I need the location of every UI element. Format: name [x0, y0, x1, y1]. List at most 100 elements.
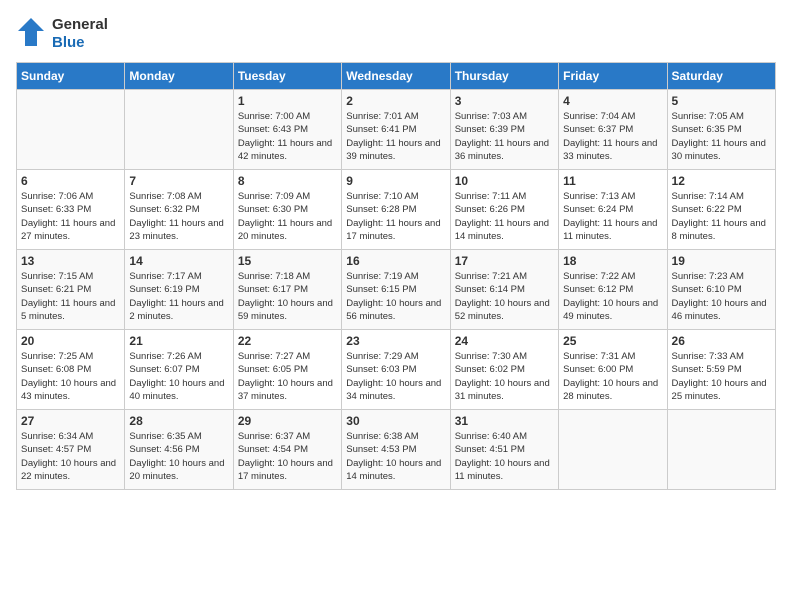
col-header-thursday: Thursday	[450, 63, 558, 90]
calendar-cell: 8Sunrise: 7:09 AMSunset: 6:30 PMDaylight…	[233, 170, 341, 250]
cell-info: Sunrise: 7:05 AMSunset: 6:35 PMDaylight:…	[672, 110, 771, 163]
logo-general-text: General	[52, 16, 108, 34]
calendar-cell: 31 Sunrise: 6:40 AMSunset: 4:51 PMDayligh…	[450, 410, 558, 490]
week-row-5: 27Sunrise: 6:34 AMSunset: 4:57 PMDayligh…	[17, 410, 776, 490]
calendar-cell: 30Sunrise: 6:38 AMSunset: 4:53 PMDayligh…	[342, 410, 450, 490]
cell-info: Sunrise: 7:30 AMSunset: 6:02 PMDaylight:…	[455, 350, 554, 403]
day-number: 12	[672, 174, 771, 188]
day-number: 21	[129, 334, 228, 348]
cell-info: Sunrise: 7:15 AMSunset: 6:21 PMDaylight:…	[21, 270, 120, 323]
calendar-cell: 3 Sunrise: 7:03 AMSunset: 6:39 PMDaylight…	[450, 90, 558, 170]
cell-info: Sunrise: 7:06 AMSunset: 6:33 PMDaylight:…	[21, 190, 120, 243]
calendar-cell: 14 Sunrise: 7:17 AMSunset: 6:19 PMDayligh…	[125, 250, 233, 330]
cell-info: Sunrise: 7:14 AMSunset: 6:22 PMDaylight:…	[672, 190, 771, 243]
logo-text: GeneralBlue	[52, 16, 108, 52]
cell-info: Sunrise: 7:19 AMSunset: 6:15 PMDaylight:…	[346, 270, 445, 323]
calendar-cell: 18 Sunrise: 7:22 AMSunset: 6:12 PMDayligh…	[559, 250, 667, 330]
calendar-cell	[559, 410, 667, 490]
cell-info: Sunrise: 7:31 AMSunset: 6:00 PMDaylight:…	[563, 350, 662, 403]
cell-info: Sunrise: 7:03 AMSunset: 6:39 PMDaylight:…	[455, 110, 554, 163]
col-header-saturday: Saturday	[667, 63, 775, 90]
calendar-cell: 4 Sunrise: 7:04 AMSunset: 6:37 PMDaylight…	[559, 90, 667, 170]
calendar-cell: 26 Sunrise: 7:33 AMSunset: 5:59 PMDayligh…	[667, 330, 775, 410]
week-row-3: 13 Sunrise: 7:15 AMSunset: 6:21 PMDayligh…	[17, 250, 776, 330]
cell-info: Sunrise: 7:01 AMSunset: 6:41 PMDaylight:…	[346, 110, 445, 163]
col-header-monday: Monday	[125, 63, 233, 90]
cell-info: Sunrise: 6:37 AMSunset: 4:54 PMDaylight:…	[238, 430, 337, 483]
day-number: 28	[129, 414, 228, 428]
cell-info: Sunrise: 7:17 AMSunset: 6:19 PMDaylight:…	[129, 270, 228, 323]
calendar-cell: 11 Sunrise: 7:13 AMSunset: 6:24 PMDayligh…	[559, 170, 667, 250]
calendar-cell: 5 Sunrise: 7:05 AMSunset: 6:35 PMDaylight…	[667, 90, 775, 170]
day-number: 13	[21, 254, 120, 268]
cell-info: Sunrise: 7:08 AMSunset: 6:32 PMDaylight:…	[129, 190, 228, 243]
col-header-tuesday: Tuesday	[233, 63, 341, 90]
day-number: 22	[238, 334, 337, 348]
cell-info: Sunrise: 7:11 AMSunset: 6:26 PMDaylight:…	[455, 190, 554, 243]
day-number: 26	[672, 334, 771, 348]
calendar-cell: 24 Sunrise: 7:30 AMSunset: 6:02 PMDayligh…	[450, 330, 558, 410]
day-number: 3	[455, 94, 554, 108]
cell-info: Sunrise: 7:23 AMSunset: 6:10 PMDaylight:…	[672, 270, 771, 323]
logo-blue-text: Blue	[52, 34, 108, 52]
calendar-cell: 20Sunrise: 7:25 AMSunset: 6:08 PMDayligh…	[17, 330, 125, 410]
cell-info: Sunrise: 7:13 AMSunset: 6:24 PMDaylight:…	[563, 190, 662, 243]
day-number: 23	[346, 334, 445, 348]
day-number: 11	[563, 174, 662, 188]
col-header-wednesday: Wednesday	[342, 63, 450, 90]
calendar-cell: 19Sunrise: 7:23 AMSunset: 6:10 PMDayligh…	[667, 250, 775, 330]
calendar-table: SundayMondayTuesdayWednesdayThursdayFrid…	[16, 62, 776, 490]
day-number: 17	[455, 254, 554, 268]
day-number: 4	[563, 94, 662, 108]
day-number: 30	[346, 414, 445, 428]
day-number: 2	[346, 94, 445, 108]
calendar-cell: 27Sunrise: 6:34 AMSunset: 4:57 PMDayligh…	[17, 410, 125, 490]
cell-info: Sunrise: 7:22 AMSunset: 6:12 PMDaylight:…	[563, 270, 662, 323]
calendar-cell: 13 Sunrise: 7:15 AMSunset: 6:21 PMDayligh…	[17, 250, 125, 330]
calendar-cell: 12 Sunrise: 7:14 AMSunset: 6:22 PMDayligh…	[667, 170, 775, 250]
day-number: 14	[129, 254, 228, 268]
day-number: 9	[346, 174, 445, 188]
calendar-cell: 16 Sunrise: 7:19 AMSunset: 6:15 PMDayligh…	[342, 250, 450, 330]
cell-info: Sunrise: 6:40 AMSunset: 4:51 PMDaylight:…	[455, 430, 554, 483]
cell-info: Sunrise: 7:25 AMSunset: 6:08 PMDaylight:…	[21, 350, 120, 403]
col-header-friday: Friday	[559, 63, 667, 90]
col-header-sunday: Sunday	[17, 63, 125, 90]
day-number: 16	[346, 254, 445, 268]
cell-info: Sunrise: 7:33 AMSunset: 5:59 PMDaylight:…	[672, 350, 771, 403]
day-number: 31	[455, 414, 554, 428]
calendar-cell: 28 Sunrise: 6:35 AMSunset: 4:56 PMDayligh…	[125, 410, 233, 490]
cell-info: Sunrise: 7:27 AMSunset: 6:05 PMDaylight:…	[238, 350, 337, 403]
day-number: 5	[672, 94, 771, 108]
calendar-cell: 15 Sunrise: 7:18 AMSunset: 6:17 PMDayligh…	[233, 250, 341, 330]
header-row: SundayMondayTuesdayWednesdayThursdayFrid…	[17, 63, 776, 90]
calendar-cell: 10 Sunrise: 7:11 AMSunset: 6:26 PMDayligh…	[450, 170, 558, 250]
calendar-cell	[17, 90, 125, 170]
cell-info: Sunrise: 7:10 AMSunset: 6:28 PMDaylight:…	[346, 190, 445, 243]
cell-info: Sunrise: 7:29 AMSunset: 6:03 PMDaylight:…	[346, 350, 445, 403]
day-number: 10	[455, 174, 554, 188]
day-number: 25	[563, 334, 662, 348]
day-number: 24	[455, 334, 554, 348]
cell-info: Sunrise: 6:35 AMSunset: 4:56 PMDaylight:…	[129, 430, 228, 483]
day-number: 29	[238, 414, 337, 428]
calendar-cell: 6 Sunrise: 7:06 AMSunset: 6:33 PMDaylight…	[17, 170, 125, 250]
logo-bird-icon	[16, 16, 46, 52]
cell-info: Sunrise: 7:04 AMSunset: 6:37 PMDaylight:…	[563, 110, 662, 163]
calendar-cell: 9 Sunrise: 7:10 AMSunset: 6:28 PMDaylight…	[342, 170, 450, 250]
day-number: 15	[238, 254, 337, 268]
calendar-cell	[667, 410, 775, 490]
day-number: 27	[21, 414, 120, 428]
cell-info: Sunrise: 7:00 AMSunset: 6:43 PMDaylight:…	[238, 110, 337, 163]
calendar-cell: 22 Sunrise: 7:27 AMSunset: 6:05 PMDayligh…	[233, 330, 341, 410]
week-row-2: 6 Sunrise: 7:06 AMSunset: 6:33 PMDaylight…	[17, 170, 776, 250]
week-row-1: 1Sunrise: 7:00 AMSunset: 6:43 PMDaylight…	[17, 90, 776, 170]
calendar-cell: 25 Sunrise: 7:31 AMSunset: 6:00 PMDayligh…	[559, 330, 667, 410]
calendar-cell: 21Sunrise: 7:26 AMSunset: 6:07 PMDayligh…	[125, 330, 233, 410]
cell-info: Sunrise: 7:18 AMSunset: 6:17 PMDaylight:…	[238, 270, 337, 323]
day-number: 6	[21, 174, 120, 188]
calendar-cell: 2 Sunrise: 7:01 AMSunset: 6:41 PMDaylight…	[342, 90, 450, 170]
calendar-cell: 7Sunrise: 7:08 AMSunset: 6:32 PMDaylight…	[125, 170, 233, 250]
day-number: 18	[563, 254, 662, 268]
calendar-cell: 17Sunrise: 7:21 AMSunset: 6:14 PMDayligh…	[450, 250, 558, 330]
